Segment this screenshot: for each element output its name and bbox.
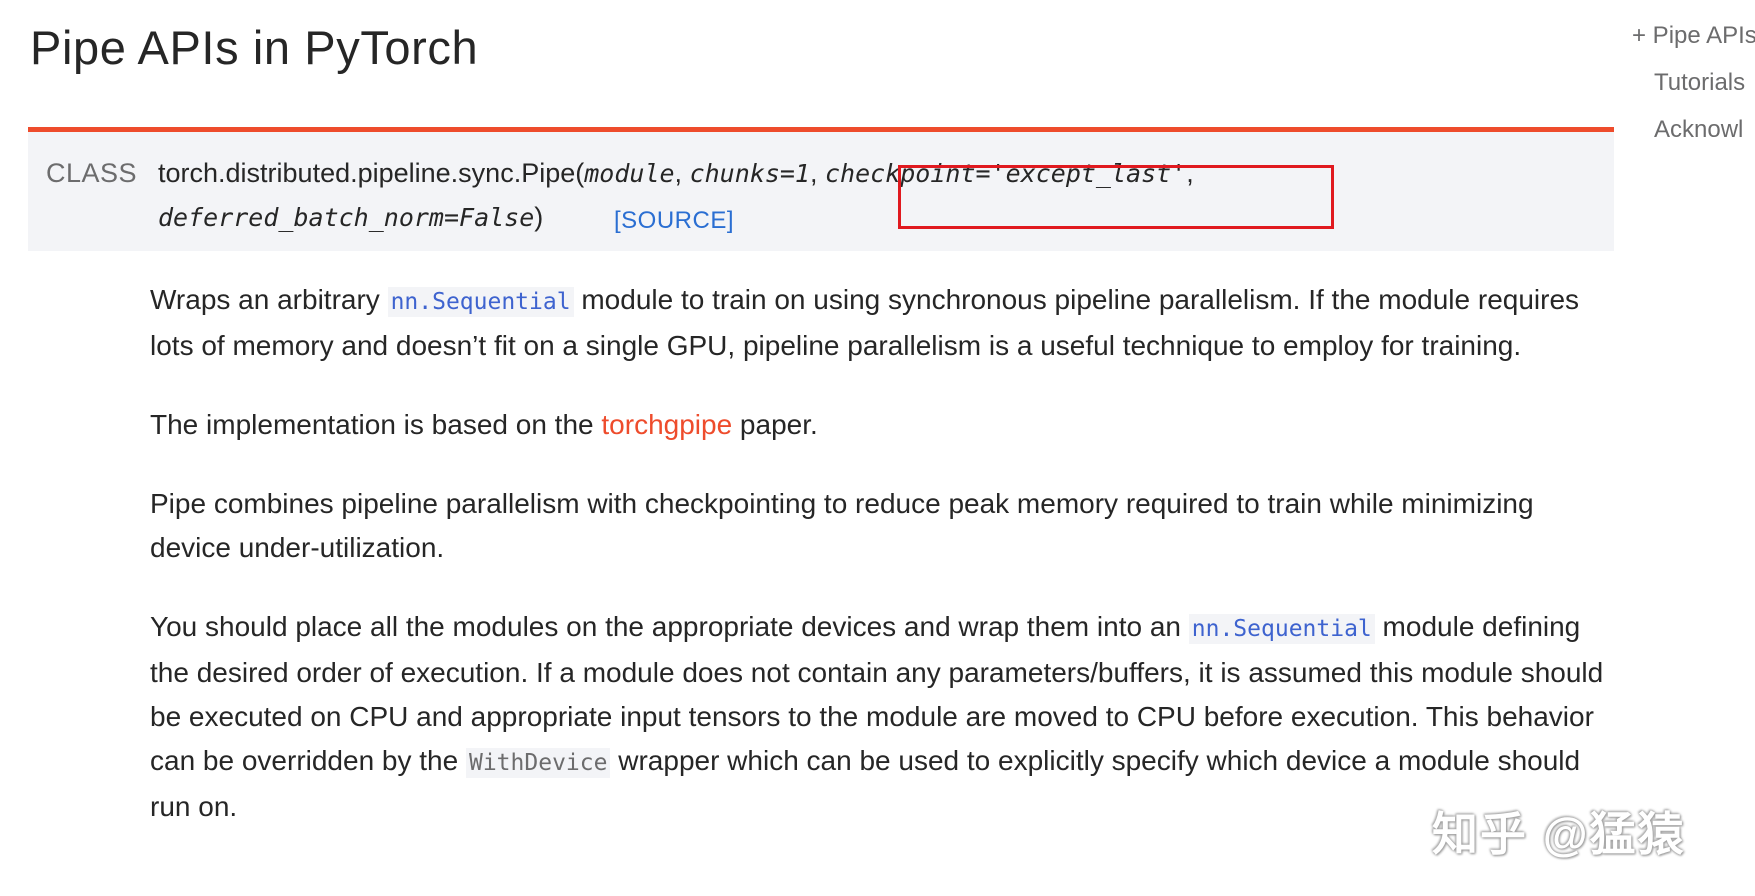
page-title: Pipe APIs in PyTorch [30, 21, 479, 74]
toc-item-pipe-apis[interactable]: + Pipe APIs [1632, 22, 1755, 50]
comma-2: , [809, 158, 825, 188]
description-content: Wraps an arbitrary nn.Sequential module … [150, 278, 1610, 864]
paragraph-1: Wraps an arbitrary nn.Sequential module … [150, 278, 1610, 368]
table-of-contents: + Pipe APIs Tutorials Acknowl [1632, 0, 1755, 200]
class-name: torch.distributed.pipeline.sync.Pipe [158, 158, 576, 188]
signature-line-2: deferred_batch_norm=False) [158, 202, 543, 233]
p4-text-before: You should place all the modules on the … [150, 611, 1189, 642]
param-module: module [584, 159, 675, 188]
paragraph-2: The implementation is based on the torch… [150, 403, 1610, 447]
p2-text-after: paper. [732, 409, 818, 440]
paragraph-4: You should place all the modules on the … [150, 605, 1610, 829]
param-deferred-batch-norm: deferred_batch_norm=False [158, 203, 535, 232]
open-paren: ( [575, 158, 585, 188]
p1-text-before: Wraps an arbitrary [150, 284, 388, 315]
toc-item-tutorials[interactable]: Tutorials [1654, 69, 1745, 97]
class-signature-box: CLASS torch.distributed.pipeline.sync.Pi… [28, 127, 1614, 251]
close-paren: ) [534, 202, 544, 232]
param-chunks: chunks=1 [689, 159, 810, 188]
class-label: CLASS [46, 158, 138, 188]
toc-item-acknowledgements[interactable]: Acknowl [1654, 116, 1743, 144]
code-withdevice[interactable]: WithDevice [465, 748, 611, 778]
torchgpipe-link[interactable]: torchgpipe [601, 409, 732, 440]
watermark: 知乎 @猛猿 [1432, 808, 1686, 860]
checkpoint-highlight-box [898, 165, 1334, 229]
comma-1: , [674, 158, 690, 188]
source-link[interactable]: [SOURCE] [614, 207, 734, 235]
doc-page: Pipe APIs in PyTorch + Pipe APIs Tutoria… [0, 0, 1755, 896]
code-nn-sequential-2[interactable]: nn.Sequential [1188, 614, 1375, 644]
code-nn-sequential[interactable]: nn.Sequential [387, 287, 574, 317]
p2-text-before: The implementation is based on the [150, 409, 602, 440]
paragraph-3: Pipe combines pipeline parallelism with … [150, 488, 1534, 563]
